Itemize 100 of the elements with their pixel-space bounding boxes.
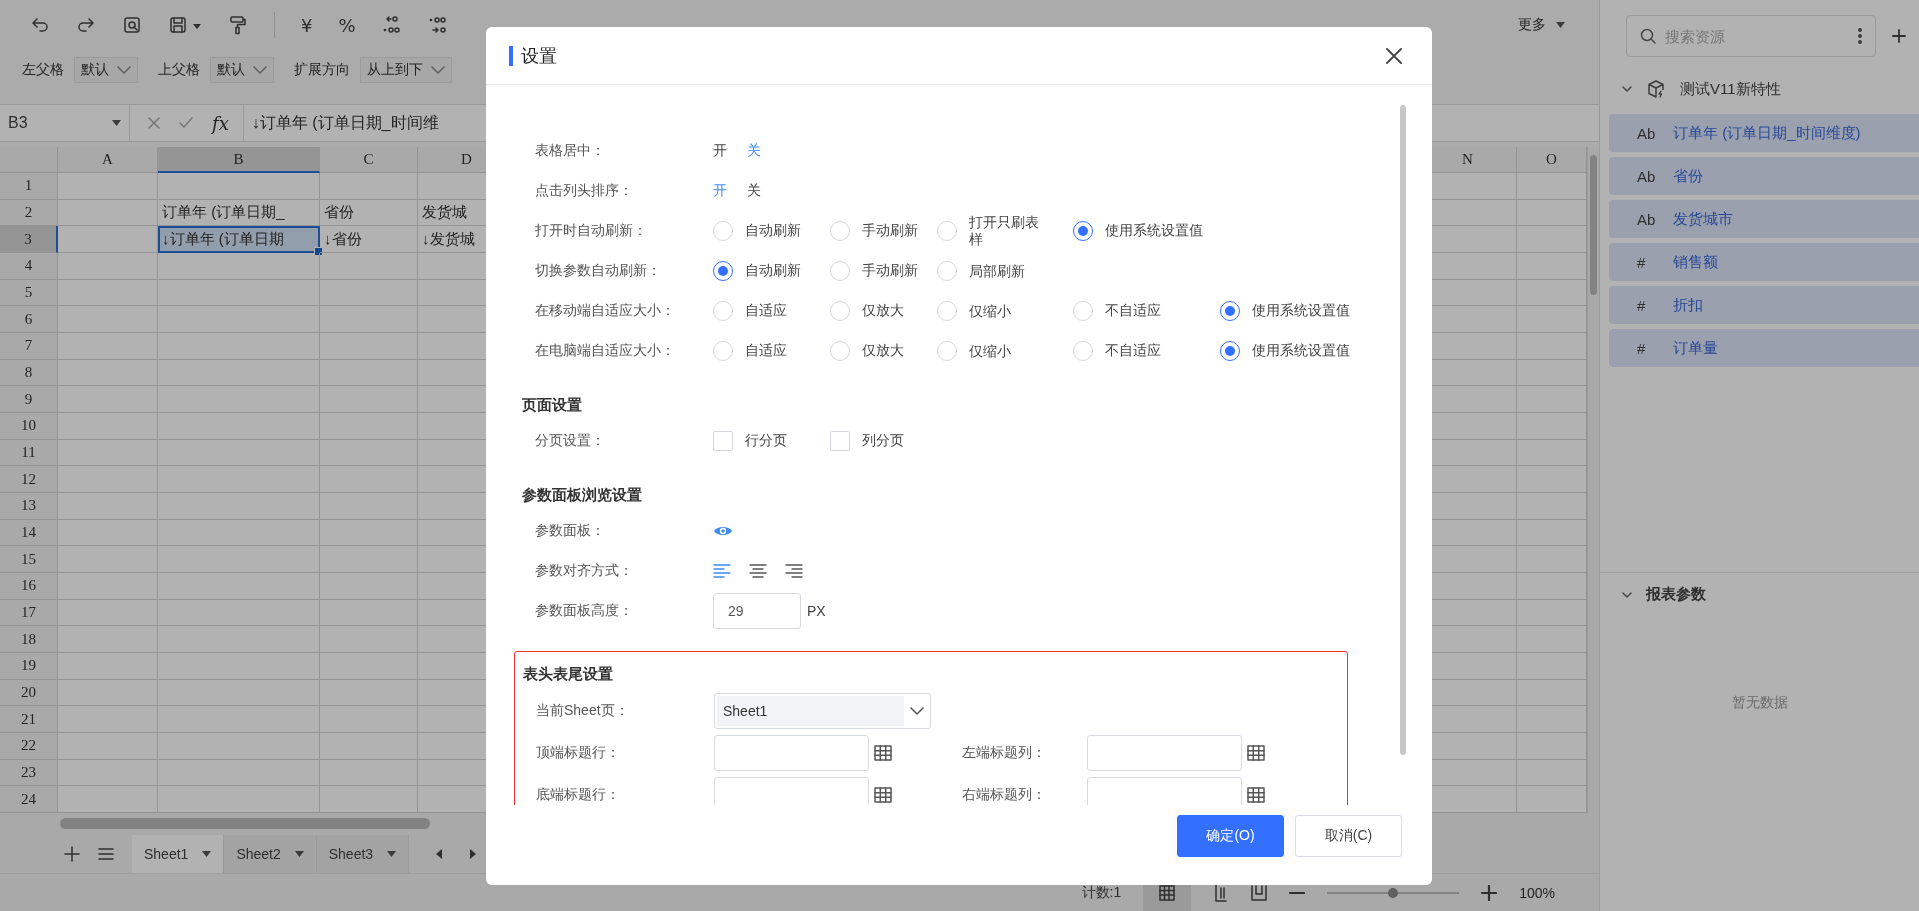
cancel-button[interactable]: 取消(C) (1295, 815, 1402, 857)
table-cell[interactable] (158, 413, 320, 440)
toolbar-button[interactable]: ¥ (301, 14, 313, 36)
align-left-icon[interactable] (713, 563, 731, 579)
column-header[interactable]: B (158, 147, 320, 173)
table-cell[interactable] (320, 653, 418, 680)
preview-icon[interactable] (122, 15, 142, 35)
function-button[interactable]: fx (212, 112, 229, 134)
table-cell[interactable] (320, 786, 418, 813)
select-all-button[interactable] (0, 147, 58, 173)
chevron-down-icon[interactable] (1622, 84, 1632, 94)
table-cell[interactable] (158, 519, 320, 547)
property-select[interactable]: 从上到下 (360, 57, 452, 83)
column-header[interactable]: O (1517, 147, 1587, 173)
table-icon[interactable] (874, 745, 892, 761)
table-cell[interactable] (58, 199, 158, 227)
table-icon[interactable] (874, 787, 892, 803)
table-cell[interactable] (320, 306, 418, 333)
table-cell[interactable] (158, 573, 320, 600)
checkbox[interactable] (830, 431, 850, 451)
cell-name-box[interactable]: B3 (0, 105, 130, 141)
table-cell[interactable] (320, 279, 418, 307)
fill-handle[interactable] (314, 247, 323, 256)
table-cell[interactable] (158, 333, 320, 360)
next-icon[interactable] (469, 849, 478, 859)
row-header[interactable]: 23 (0, 759, 58, 787)
table-cell[interactable] (158, 173, 320, 200)
row-header[interactable]: 15 (0, 546, 58, 573)
add-icon[interactable] (1892, 29, 1906, 43)
chevron-down-icon[interactable] (1622, 589, 1632, 600)
table-cell[interactable] (320, 253, 418, 280)
table-cell[interactable] (320, 573, 418, 600)
field-item[interactable]: # 销售额 (1609, 243, 1919, 281)
table-cell[interactable] (158, 653, 320, 680)
table-cell[interactable] (158, 439, 320, 467)
range-field[interactable] (1087, 777, 1242, 805)
row-header[interactable]: 22 (0, 733, 58, 760)
sheet-tab[interactable]: Sheet3 (316, 835, 410, 873)
sheet-tab[interactable]: Sheet2 (224, 835, 317, 873)
row-header[interactable]: 5 (0, 279, 58, 307)
zoom-in-icon[interactable] (1481, 884, 1498, 901)
table-cell[interactable] (158, 386, 320, 413)
table-cell[interactable] (58, 706, 158, 733)
row-header[interactable]: 21 (0, 706, 58, 733)
toggle-option[interactable]: 关 (747, 142, 761, 160)
confirm-button[interactable]: 确定(O) (1177, 815, 1284, 857)
add-icon[interactable] (64, 846, 80, 862)
table-cell[interactable] (320, 493, 418, 520)
row-header[interactable]: 13 (0, 493, 58, 520)
property-select[interactable]: 默认 (74, 57, 138, 83)
toolbar-button[interactable]: % (338, 14, 356, 36)
table-cell[interactable] (158, 546, 320, 573)
table-icon[interactable] (1247, 745, 1265, 761)
redo-icon[interactable] (76, 15, 96, 35)
table-cell[interactable] (320, 413, 418, 440)
table-cell[interactable] (320, 439, 418, 467)
grid-view-icon[interactable] (1159, 884, 1176, 901)
table-cell[interactable] (158, 253, 320, 280)
dataset-name[interactable]: 测试V11新特性 (1680, 79, 1781, 99)
table-cell[interactable] (158, 786, 320, 813)
row-header[interactable]: 2 (0, 199, 58, 227)
row-header[interactable]: 12 (0, 466, 58, 493)
table-cell[interactable] (320, 173, 418, 200)
column-header[interactable]: A (58, 147, 158, 173)
table-cell[interactable] (158, 679, 320, 707)
scrollbar[interactable] (1400, 105, 1406, 755)
table-cell[interactable]: 省份 (320, 199, 418, 227)
table-cell[interactable] (58, 546, 158, 573)
table-cell[interactable] (58, 173, 158, 200)
table-cell[interactable] (320, 599, 418, 627)
page-break-icon[interactable] (1213, 883, 1230, 902)
table-cell[interactable] (158, 706, 320, 733)
save-icon[interactable] (168, 15, 202, 35)
table-cell[interactable] (320, 679, 418, 707)
table-cell[interactable] (320, 333, 418, 360)
scrollbar-thumb[interactable] (60, 818, 430, 829)
table-cell[interactable] (58, 519, 158, 547)
section-title[interactable]: 报表参数 (1646, 585, 1706, 604)
eye-icon[interactable] (713, 524, 733, 538)
row-header[interactable]: 19 (0, 653, 58, 680)
field-item[interactable]: Ab 发货城市 (1609, 200, 1919, 238)
table-cell[interactable] (58, 653, 158, 680)
table-cell[interactable] (320, 519, 418, 547)
table-cell[interactable] (58, 386, 158, 413)
table-cell[interactable] (58, 599, 158, 627)
toggle-option[interactable]: 开 (713, 142, 727, 160)
field-item[interactable]: # 订单量 (1609, 329, 1919, 367)
undo-icon[interactable] (30, 15, 50, 35)
table-cell[interactable] (158, 279, 320, 307)
table-cell[interactable] (320, 733, 418, 760)
table-cell[interactable] (58, 493, 158, 520)
table-cell[interactable] (58, 439, 158, 467)
toggle-option[interactable]: 关 (747, 182, 761, 200)
row-header[interactable]: 10 (0, 413, 58, 440)
slider-thumb[interactable] (1388, 887, 1399, 898)
table-cell[interactable] (58, 359, 158, 387)
search-field[interactable]: 搜索资源 (1626, 15, 1876, 57)
field-item[interactable]: Ab 省份 (1609, 157, 1919, 195)
field-item[interactable]: Ab 订单年 (订单日期_时间维度) (1609, 114, 1919, 152)
row-header[interactable]: 20 (0, 679, 58, 707)
